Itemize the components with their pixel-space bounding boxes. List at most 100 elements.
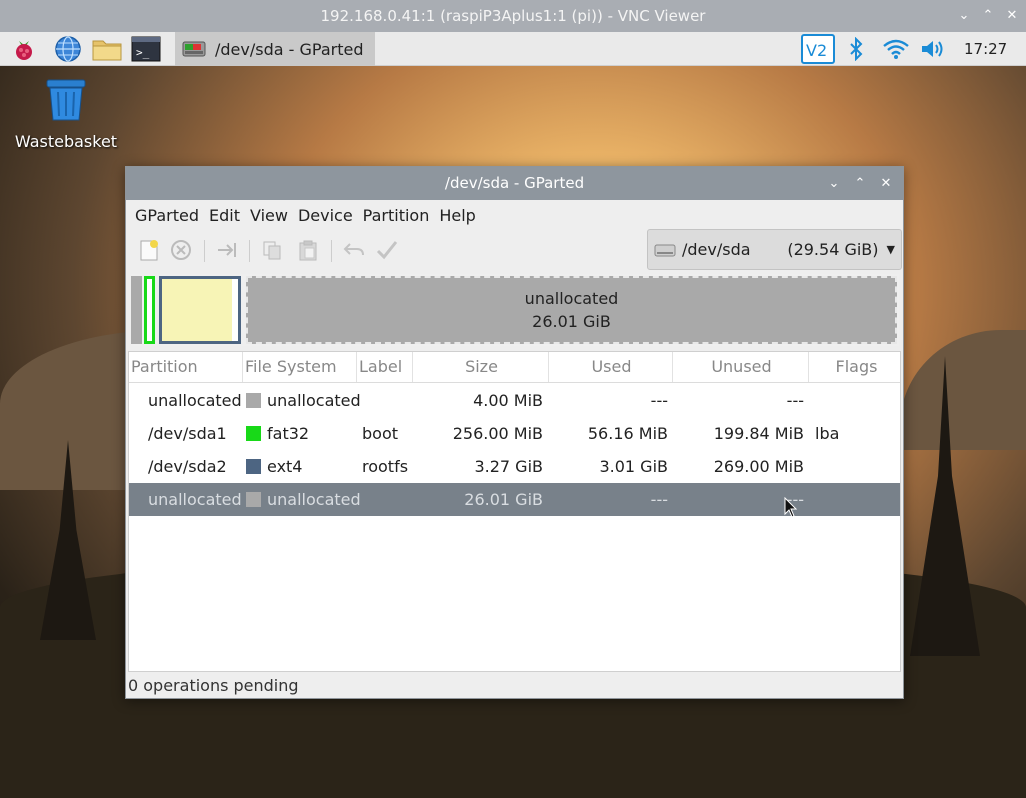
column-header-used[interactable]: Used	[549, 352, 673, 382]
delete-icon	[171, 240, 191, 260]
column-header-file-system[interactable]: File System	[243, 352, 357, 382]
cell-partition: unallocated	[148, 391, 242, 410]
table-row[interactable]: /dev/sda1 fat32 boot 256.00 MiB 56.16 Mi…	[129, 417, 900, 450]
copy-icon	[263, 241, 281, 260]
cell-size: 3.27 GiB	[474, 457, 543, 476]
status-bar: 0 operations pending	[128, 676, 299, 695]
device-selector[interactable]: /dev/sda (29.54 GiB) ▼	[647, 229, 902, 270]
vnc-maximize-button[interactable]: ⌃	[977, 0, 999, 32]
vnc-title-bar: 192.168.0.41:1 (raspiP3Aplus1:1 (pi)) - …	[0, 0, 1026, 32]
new-partition-icon	[140, 240, 158, 261]
cell-partition: /dev/sda2	[148, 457, 227, 476]
graph-segment-sda2[interactable]	[159, 276, 241, 344]
cell-used: ---	[650, 391, 668, 410]
volume-icon[interactable]	[918, 34, 948, 64]
column-header-unused[interactable]: Unused	[673, 352, 809, 382]
vnc-title: 192.168.0.41:1 (raspiP3Aplus1:1 (pi)) - …	[320, 7, 706, 25]
cell-size: 4.00 MiB	[473, 391, 543, 410]
cell-partition: unallocated	[148, 490, 242, 509]
fs-color-swatch	[246, 459, 261, 474]
cell-fs-text: unallocated	[267, 490, 361, 509]
vnc-minimize-button[interactable]: ⌄	[953, 0, 975, 32]
column-header-size[interactable]: Size	[413, 352, 549, 382]
device-size: (29.54 GiB)	[787, 240, 879, 259]
cell-used: ---	[650, 490, 668, 509]
new-partition-button[interactable]	[134, 235, 164, 265]
menu-view[interactable]: View	[245, 206, 293, 225]
fs-color-swatch	[246, 426, 261, 441]
taskbar-gparted-item[interactable]: /dev/sda - GParted	[175, 32, 375, 66]
cell-label: rootfs	[362, 457, 409, 476]
svg-text:V2: V2	[806, 41, 827, 60]
apply-button[interactable]	[372, 235, 402, 265]
resize-move-button[interactable]	[212, 235, 242, 265]
column-header-label[interactable]: Label	[357, 352, 413, 382]
terminal-icon[interactable]: >_	[130, 34, 162, 64]
fs-color-swatch	[246, 492, 261, 507]
mouse-pointer-icon	[784, 497, 798, 518]
menu-partition[interactable]: Partition	[358, 206, 435, 225]
table-row[interactable]: /dev/sda2 ext4 rootfs 3.27 GiB 3.01 GiB …	[129, 450, 900, 483]
graph-segment-unallocated-large[interactable]: unallocated 26.01 GiB	[246, 276, 897, 344]
gparted-app-icon	[182, 41, 206, 57]
column-header-partition[interactable]: Partition	[129, 352, 243, 382]
undo-icon	[343, 243, 364, 256]
cell-size: 256.00 MiB	[452, 424, 543, 443]
toolbar-separator	[204, 240, 205, 262]
cell-size: 26.01 GiB	[464, 490, 543, 509]
file-manager-icon[interactable]	[91, 34, 123, 64]
graph-segment-sda1[interactable]	[144, 276, 155, 344]
cell-used: 3.01 GiB	[599, 457, 668, 476]
paste-button[interactable]	[293, 235, 323, 265]
cell-partition: /dev/sda1	[148, 424, 227, 443]
window-close-button[interactable]: ✕	[875, 167, 897, 200]
menu-gparted[interactable]: GParted	[130, 206, 204, 225]
web-browser-icon[interactable]	[52, 34, 84, 64]
cell-file-system: unallocated	[246, 483, 361, 516]
wastebasket-label: Wastebasket	[14, 132, 118, 151]
table-row[interactable]: unallocated unallocated 4.00 MiB --- ---	[129, 384, 900, 417]
menu-device[interactable]: Device	[293, 206, 358, 225]
fs-color-swatch	[246, 393, 261, 408]
cell-file-system: ext4	[246, 450, 302, 483]
cell-flags: lba	[815, 424, 840, 443]
column-header-flags[interactable]: Flags	[809, 352, 902, 382]
wifi-icon[interactable]	[880, 34, 912, 64]
toolbar-separator	[331, 240, 332, 262]
cell-unused: ---	[786, 391, 804, 410]
cell-fs-text: unallocated	[267, 391, 361, 410]
graph-segment-unallocated-small[interactable]	[131, 276, 142, 344]
paste-icon	[299, 240, 317, 261]
trash-icon	[46, 79, 86, 121]
bluetooth-icon[interactable]	[843, 34, 869, 64]
graph-used-fill	[162, 279, 232, 341]
undo-button[interactable]	[339, 235, 369, 265]
window-minimize-button[interactable]: ⌄	[823, 167, 845, 200]
window-maximize-button[interactable]: ⌃	[849, 167, 871, 200]
table-header: Partition File System Label Size Used Un…	[129, 352, 900, 383]
graph-unallocated-size: 26.01 GiB	[532, 312, 611, 331]
cell-file-system: fat32	[246, 417, 309, 450]
svg-text:>_: >_	[136, 46, 150, 59]
delete-partition-button[interactable]	[166, 235, 196, 265]
window-titlebar[interactable]: /dev/sda - GParted ⌄ ⌃ ✕	[126, 167, 903, 200]
wastebasket-desktop-icon[interactable]: Wastebasket	[14, 78, 118, 151]
vnc-close-button[interactable]: ✕	[1001, 0, 1023, 32]
graph-unallocated-label: unallocated	[524, 289, 619, 308]
cell-fs-text: ext4	[267, 457, 303, 476]
menu-help[interactable]: Help	[434, 206, 480, 225]
taskbar-item-label: /dev/sda - GParted	[215, 39, 364, 59]
copy-button[interactable]	[257, 235, 287, 265]
cell-file-system: unallocated	[246, 384, 361, 417]
toolbar-separator	[249, 240, 250, 262]
menu-edit[interactable]: Edit	[204, 206, 245, 225]
clock[interactable]: 17:27	[964, 32, 1007, 66]
window-title: /dev/sda - GParted	[444, 174, 585, 192]
raspberry-menu-icon[interactable]	[8, 34, 40, 64]
cell-fs-text: fat32	[267, 424, 310, 443]
cell-used: 56.16 MiB	[587, 424, 668, 443]
taskbar-panel: >_ /dev/sda - GParted V2 17:27	[0, 32, 1026, 66]
vnc-server-icon[interactable]: V2	[800, 34, 836, 64]
harddisk-icon	[654, 244, 676, 256]
gparted-window: /dev/sda - GParted ⌄ ⌃ ✕ GParted Edit Vi…	[125, 166, 904, 699]
